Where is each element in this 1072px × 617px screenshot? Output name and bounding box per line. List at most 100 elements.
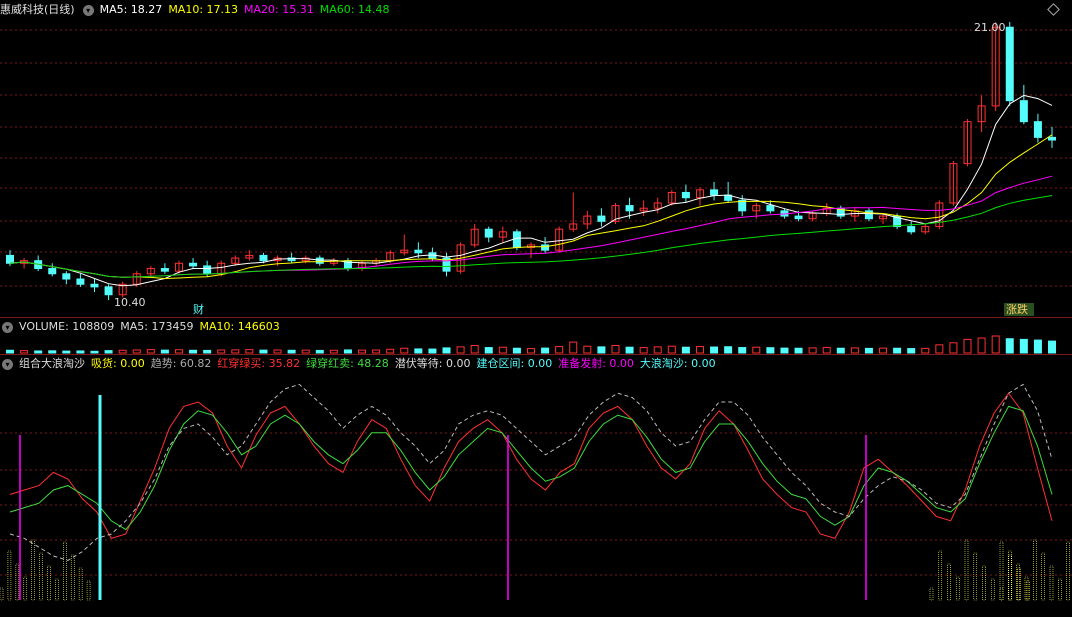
candle-body — [710, 189, 719, 196]
volume-bar — [667, 345, 676, 354]
volume-bar — [287, 349, 296, 354]
xihuo-bar — [31, 539, 35, 601]
volume-bar — [386, 348, 395, 354]
volume-bar — [456, 346, 465, 354]
volume-bar — [146, 349, 155, 354]
candle-body — [681, 191, 690, 199]
volume-bar — [977, 337, 986, 354]
volume-bar — [1019, 338, 1028, 354]
candle-body — [1019, 100, 1028, 123]
chart-canvas[interactable]: 21.00 10.40 财 涨跌 — [0, 0, 1072, 617]
candle-body — [203, 265, 212, 275]
xihuo-bar — [1066, 541, 1070, 601]
red-buy-line — [9, 392, 1053, 539]
volume-bar — [949, 342, 958, 354]
volume-bar — [963, 338, 972, 354]
volume-bar — [597, 346, 606, 354]
volume-bar — [879, 347, 888, 354]
volume-bar — [625, 346, 634, 354]
volume-bar — [1033, 339, 1042, 354]
volume-bar — [681, 346, 690, 354]
xihuo-bar — [999, 587, 1004, 601]
xihuo-bar — [929, 587, 934, 601]
volume-bar — [893, 347, 902, 354]
candle-body — [484, 228, 493, 238]
volume-bar — [1005, 338, 1014, 354]
volume-bar — [358, 349, 367, 354]
volume-bar — [484, 347, 493, 354]
volume-bar — [752, 346, 761, 354]
xihuo-bar — [23, 576, 28, 601]
volume-bar — [343, 349, 352, 354]
volume-bar — [541, 347, 550, 354]
candle-body — [766, 205, 775, 212]
zhang-die-marker: 涨跌 — [1006, 302, 1028, 316]
volume-bar — [315, 349, 324, 354]
volume-bar — [62, 350, 71, 354]
candle-body — [512, 231, 521, 249]
candle-body — [90, 283, 99, 288]
volume-bar — [808, 347, 817, 354]
volume-bar — [189, 349, 198, 354]
candle-body — [625, 205, 634, 212]
volume-bar — [428, 348, 437, 354]
volume-bar — [90, 350, 99, 354]
candle-body — [259, 254, 268, 262]
volume-bar — [512, 347, 521, 354]
volume-bar — [738, 347, 747, 354]
volume-bar — [470, 345, 479, 354]
xihuo-bar — [0, 587, 4, 601]
candle-body — [907, 226, 916, 233]
trend-line — [9, 383, 1053, 561]
candle-body — [794, 215, 803, 220]
volume-bar — [794, 347, 803, 354]
green-sell-line — [9, 405, 1053, 531]
indicator-lines — [0, 383, 1070, 601]
xihuo-bar — [999, 541, 1004, 601]
volume-bar — [991, 335, 1000, 354]
xihuo-bar — [70, 554, 75, 601]
xihuo-bar — [1008, 554, 1013, 601]
xihuo-bar — [15, 563, 20, 601]
volume-bar — [442, 347, 451, 354]
candle-body — [104, 286, 113, 296]
xihuo-bar — [990, 578, 995, 601]
volume-bar — [907, 348, 916, 354]
candle-body — [6, 254, 14, 264]
high-price-label: 21.00 — [974, 21, 1006, 34]
volume-bar — [569, 341, 578, 354]
volume-bar — [160, 349, 169, 354]
xihuo-bar — [55, 578, 59, 601]
xihuo-bar — [1049, 565, 1054, 601]
xihuo-bar — [47, 565, 51, 601]
xihuo-bar — [964, 539, 969, 601]
volume-bar — [583, 345, 592, 354]
volume-bar — [273, 349, 282, 354]
xihuo-bar — [1041, 552, 1045, 601]
candle-body — [864, 210, 873, 220]
volume-bar — [329, 349, 338, 354]
candle-body — [62, 273, 71, 280]
volume-bar — [400, 347, 409, 354]
volume-bar — [301, 349, 310, 354]
volume-bar — [132, 349, 141, 354]
volume-bar — [850, 347, 859, 354]
volume-bar — [104, 350, 113, 354]
volume-bar — [555, 346, 564, 354]
candle-body — [1048, 136, 1056, 141]
volume-bar — [203, 349, 212, 354]
volume-bar — [34, 350, 43, 354]
candle-body — [414, 249, 423, 254]
candlestick-series — [6, 22, 1056, 300]
low-price-label: 10.40 — [114, 296, 146, 309]
candle-body — [1005, 26, 1014, 102]
volume-bar — [653, 346, 662, 354]
volume-bar — [935, 344, 944, 354]
xihuo-bar — [86, 580, 91, 601]
xihuo-bar — [1058, 578, 1062, 601]
candle-body — [597, 215, 606, 222]
volume-bar — [611, 345, 620, 354]
volume-bar — [527, 348, 535, 354]
volume-bar — [6, 349, 14, 354]
xihuo-bar — [78, 567, 83, 601]
